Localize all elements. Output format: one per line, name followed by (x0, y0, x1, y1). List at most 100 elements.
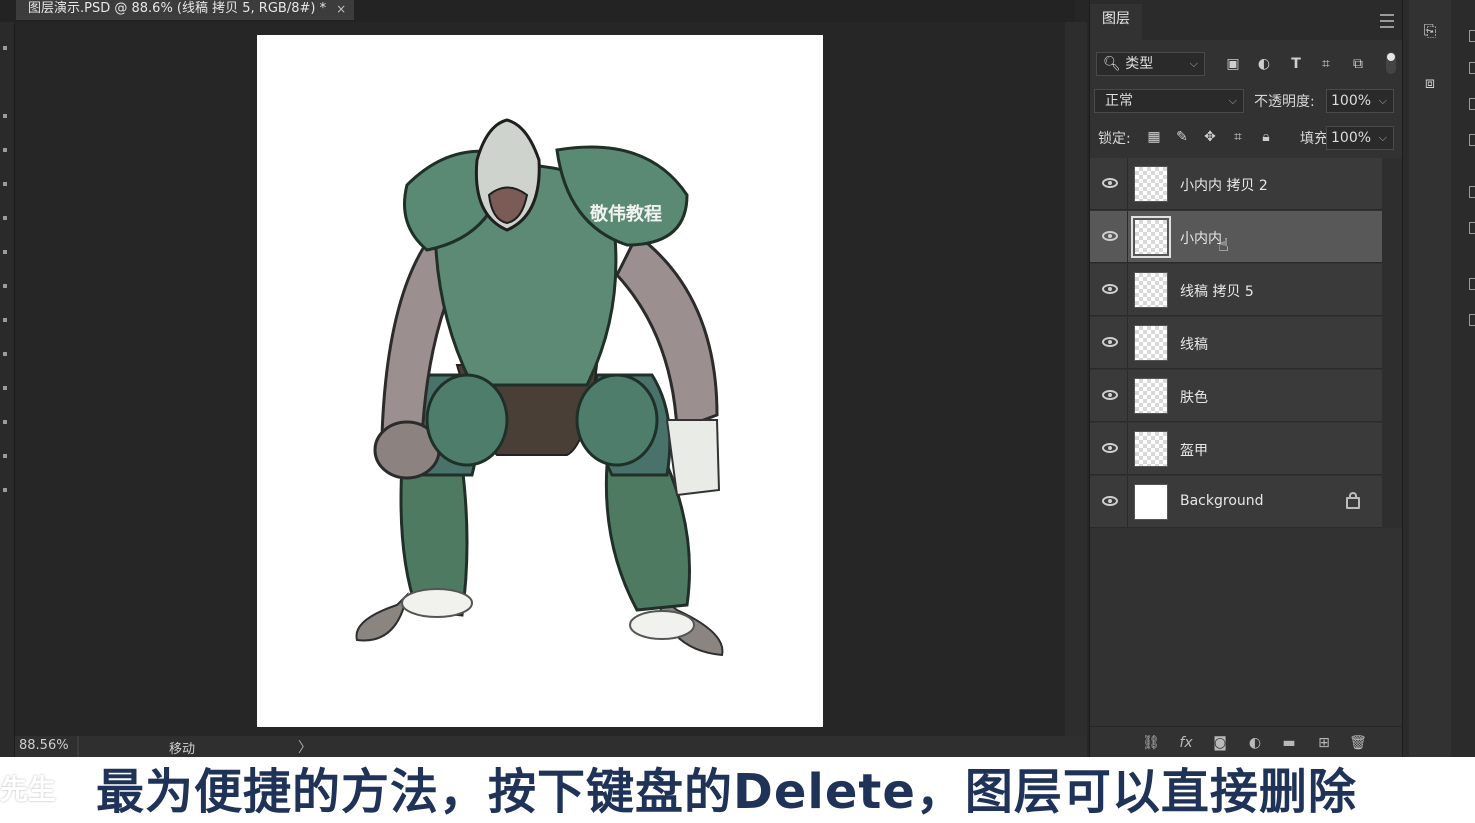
fill-field[interactable]: 100% ⌵ (1326, 126, 1394, 150)
layer-row[interactable]: 小内内 拷贝 2 (1090, 158, 1382, 210)
fx-icon[interactable]: fx (1176, 733, 1196, 753)
tool-icon[interactable] (3, 284, 7, 288)
layer-row[interactable]: 线稿 拷贝 5 (1090, 264, 1382, 316)
lock-artboard-icon[interactable]: ⌗ (1228, 127, 1248, 147)
tool-icon[interactable] (3, 318, 7, 322)
tool-icon[interactable] (3, 148, 7, 152)
document-tab[interactable]: 图层演示.PSD @ 88.6% (线稿 拷贝 5, RGB/8#) * × (16, 0, 355, 20)
visibility-eye-icon[interactable] (1102, 390, 1118, 400)
status-divider (77, 736, 79, 757)
divider (1127, 370, 1128, 422)
fill-value: 100% (1331, 130, 1372, 146)
layer-row-background[interactable]: Background (1090, 476, 1382, 528)
layer-row-selected[interactable]: 小内内 ☝ (1090, 211, 1382, 263)
panel-menu-icon[interactable] (1380, 14, 1394, 28)
chevron-down-icon: ⌵ (1189, 57, 1198, 70)
link-icon[interactable]: ⛓ (1141, 733, 1161, 753)
tool-icon[interactable] (3, 386, 7, 390)
layer-list: 小内内 拷贝 2 小内内 ☝ 线稿 拷贝 5 线稿 肤色 盔甲 Backgrou… (1090, 158, 1382, 528)
document-tab-title: 图层演示.PSD @ 88.6% (线稿 拷贝 5, RGB/8#) * (28, 1, 327, 16)
visibility-eye-icon[interactable] (1102, 178, 1118, 188)
panel-icon[interactable] (1469, 134, 1475, 146)
tool-icon[interactable] (3, 182, 7, 186)
opacity-field[interactable]: 100% ⌵ (1326, 89, 1394, 113)
type-filter-icon[interactable]: T (1286, 54, 1306, 74)
toolbar-strip (0, 22, 15, 757)
divider (1127, 211, 1128, 263)
filter-toggle[interactable] (1386, 52, 1396, 74)
tool-icon[interactable] (3, 488, 7, 492)
chevron-down-icon[interactable]: ⌵ (1379, 127, 1387, 149)
layers-panel-footer: ⛓ fx ◙ ◐ ▬ ⊞ 🗑︎ (1090, 726, 1402, 758)
chevron-down-icon[interactable]: ⌵ (1379, 90, 1387, 112)
divider (1127, 264, 1128, 316)
panel-icon[interactable] (1469, 314, 1475, 326)
tool-icon[interactable] (3, 114, 7, 118)
trash-icon[interactable]: 🗑︎ (1348, 733, 1368, 753)
status-expand-icon[interactable]: 〉 (298, 737, 312, 757)
layer-thumbnail (1134, 431, 1168, 467)
canvas-vertical-scrollbar[interactable] (1065, 22, 1087, 756)
layer-row[interactable]: 线稿 (1090, 317, 1382, 369)
smart-object-filter-icon[interactable]: ⧉ (1348, 54, 1368, 74)
layer-row[interactable]: 盔甲 (1090, 423, 1382, 475)
lock-position-icon[interactable]: ✥ (1200, 127, 1220, 147)
panel-icon[interactable] (1469, 62, 1475, 74)
tool-icon[interactable] (3, 420, 7, 424)
tool-icon[interactable] (3, 46, 7, 50)
visibility-eye-icon[interactable] (1102, 443, 1118, 453)
divider (1127, 317, 1128, 369)
visibility-eye-icon[interactable] (1102, 284, 1118, 294)
tool-icon[interactable] (3, 250, 7, 254)
shape-filter-icon[interactable]: ⌗ (1316, 54, 1336, 74)
tool-icon[interactable] (3, 216, 7, 220)
blend-mode-select[interactable]: 正常 ⌵ (1094, 89, 1244, 113)
lock-pixels-icon[interactable]: ✎ (1172, 127, 1192, 147)
visibility-eye-icon[interactable] (1102, 496, 1118, 506)
adjustment-filter-icon[interactable]: ◐ (1254, 54, 1274, 74)
document-canvas[interactable] (257, 35, 823, 727)
properties-icon[interactable]: ⧈ (1419, 72, 1441, 94)
layer-thumbnail (1134, 325, 1168, 361)
panel-icon[interactable] (1469, 98, 1475, 110)
new-layer-icon[interactable]: ⊞ (1314, 733, 1334, 753)
search-icon: 🔍︎ (1103, 56, 1121, 72)
armored-warrior-artwork (355, 118, 724, 657)
panel-icon[interactable] (1469, 278, 1475, 290)
close-tab-icon[interactable]: × (336, 0, 346, 20)
lock-icon[interactable] (1346, 492, 1360, 509)
layer-filter-select[interactable]: 🔍︎ 类型 ⌵ (1096, 52, 1205, 76)
status-tool-name: 移动 (169, 742, 196, 757)
panel-icon[interactable] (1469, 222, 1475, 234)
divider (1127, 476, 1128, 528)
layers-scrollbar[interactable] (1382, 158, 1402, 528)
tool-icon[interactable] (3, 352, 7, 356)
layer-thumbnail (1134, 484, 1168, 520)
mask-icon[interactable]: ◙ (1210, 733, 1230, 753)
image-filter-icon[interactable]: ▣ (1223, 54, 1243, 74)
lock-transparency-icon[interactable]: ▦ (1144, 127, 1164, 147)
lock-all-icon[interactable]: 🔒︎ (1256, 127, 1276, 147)
visibility-eye-icon[interactable] (1102, 337, 1118, 347)
layer-thumbnail (1134, 378, 1168, 414)
layer-name: 盔甲 (1180, 443, 1208, 459)
hand-cursor-icon: ☝ (1218, 235, 1229, 256)
layer-name: 小内内 拷贝 2 (1180, 178, 1268, 194)
subtitle-text: 最为便捷的方法，按下键盘的Delete，图层可以直接删除 (96, 764, 1357, 820)
layer-name: 线稿 拷贝 5 (1180, 284, 1254, 300)
tab-layers[interactable]: 图层 (1090, 4, 1142, 40)
blend-mode-value: 正常 (1105, 93, 1133, 109)
zoom-level[interactable]: 88.56% (19, 738, 69, 753)
history-icon[interactable]: ⎘ (1419, 20, 1441, 42)
visibility-eye-icon[interactable] (1102, 231, 1118, 241)
adjustment-icon[interactable]: ◐ (1245, 733, 1265, 753)
tool-icon[interactable] (3, 454, 7, 458)
layers-panel: 图层 🔍︎ 类型 ⌵ ▣ ◐ T ⌗ ⧉ 正常 ⌵ 不透明度: 100% ⌵ 锁… (1089, 0, 1402, 758)
layer-row[interactable]: 肤色 (1090, 370, 1382, 422)
panel-icon[interactable] (1469, 30, 1475, 42)
layer-thumbnail (1134, 166, 1168, 202)
panel-icon[interactable] (1469, 186, 1475, 198)
layer-name: 线稿 (1180, 337, 1208, 353)
right-dock: ⎘ ⧈ (1402, 0, 1475, 757)
folder-icon[interactable]: ▬ (1279, 733, 1299, 753)
